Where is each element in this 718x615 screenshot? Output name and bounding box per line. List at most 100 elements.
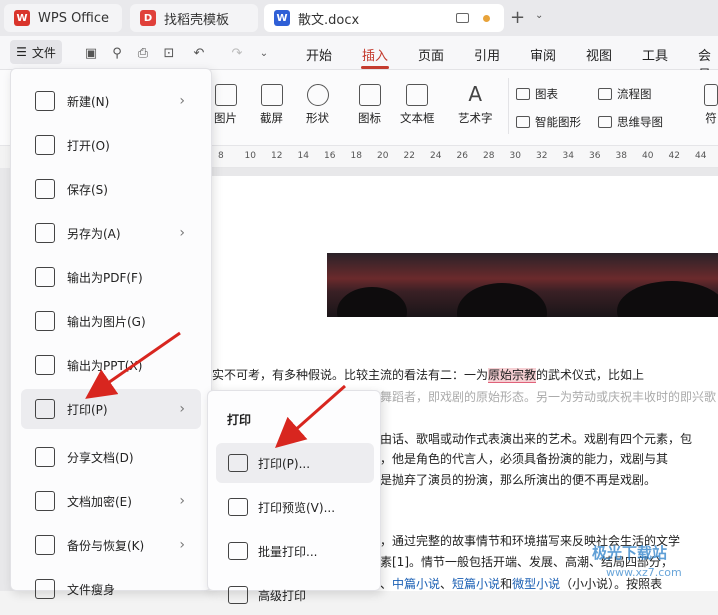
chevron-right-icon: ›: [179, 401, 185, 417]
icons-grid-icon: [358, 84, 381, 106]
tab-docer-templates[interactable]: D 找稻壳模板: [130, 4, 258, 32]
submenu-item-batch-print[interactable]: 批量打印...: [216, 531, 374, 571]
menu-item-export-image[interactable]: 输出为图片(G): [21, 301, 201, 341]
tab-document[interactable]: W 散文.docx: [264, 4, 504, 32]
flowchart-label: 流程图: [617, 87, 652, 101]
printer-icon: [228, 454, 248, 472]
more-chevron-icon[interactable]: ⌄: [255, 44, 273, 62]
tab-tools[interactable]: 工具: [642, 45, 668, 64]
file-menu-panel: 新建(N) › 打开(O) 保存(S) 另存为(A) › 输出为PDF(F) 输…: [10, 68, 212, 599]
ruler-tick-label: 16: [324, 151, 336, 161]
highlighted-term[interactable]: 原始宗教: [488, 368, 537, 383]
icons-button[interactable]: 图标: [358, 84, 381, 126]
picture-button[interactable]: 图片: [214, 84, 237, 126]
menu-item-label: 打开(O): [67, 138, 110, 153]
screen-icon[interactable]: [456, 13, 469, 23]
menu-item-save-as[interactable]: 另存为(A) ›: [21, 213, 201, 253]
shape-button[interactable]: 形状: [306, 84, 329, 126]
slim-icon: [35, 579, 55, 599]
submenu-item-label: 打印预览(V)...: [258, 500, 336, 515]
image-silhouette: [337, 287, 407, 317]
hyperlink[interactable]: 微型小说: [512, 577, 560, 591]
ribbon-separator: [508, 78, 509, 134]
print-preview-icon[interactable]: ⊡: [160, 44, 178, 62]
document-image[interactable]: [327, 253, 718, 317]
menu-item-encrypt[interactable]: 文档加密(E) ›: [21, 481, 201, 521]
shape-label: 形状: [306, 111, 329, 125]
new-tab-plus-icon[interactable]: +: [510, 7, 525, 28]
menu-item-label: 输出为图片(G): [67, 314, 146, 329]
submenu-item-advanced-print[interactable]: 高级打印: [216, 575, 374, 615]
menu-item-share[interactable]: 分享文档(D): [21, 437, 201, 477]
tab-references[interactable]: 引用: [474, 45, 500, 64]
menu-item-open[interactable]: 打开(O): [21, 125, 201, 165]
symbol-button[interactable]: 符: [704, 84, 718, 126]
tab-page[interactable]: 页面: [418, 45, 444, 64]
text-run: 的武术仪式，比如上: [536, 368, 645, 382]
menu-item-label: 打印(P): [67, 402, 108, 417]
mindmap-button[interactable]: 思维导图: [598, 114, 663, 130]
ruler-tick-label: 36: [589, 151, 601, 161]
menu-item-slim[interactable]: 文件瘦身: [21, 569, 201, 609]
chart-icon: [516, 88, 530, 100]
save-icon[interactable]: ▣: [82, 44, 100, 62]
save-as-icon: [35, 223, 55, 243]
ruler-tick-label: 20: [377, 151, 389, 161]
tab-home[interactable]: 开始: [306, 45, 332, 64]
tab-wps-office[interactable]: W WPS Office: [4, 4, 122, 32]
menu-item-print[interactable]: 打印(P) ›: [21, 389, 201, 429]
symbol-icon: [704, 84, 718, 106]
save-icon: [35, 179, 55, 199]
submenu-item-label: 打印(P)...: [258, 456, 311, 471]
chart-button[interactable]: 图表: [516, 86, 558, 102]
menu-item-backup[interactable]: 备份与恢复(K) ›: [21, 525, 201, 565]
redo-icon[interactable]: ↷: [228, 44, 246, 62]
title-tab-bar: W WPS Office D 找稻壳模板 W 散文.docx + ⌄: [0, 0, 718, 36]
ruler-tick-label: 22: [403, 151, 415, 161]
horizontal-ruler[interactable]: 810121416182022242628303234363840424446: [200, 146, 718, 168]
flowchart-button[interactable]: 流程图: [598, 86, 652, 102]
menu-item-label: 文件瘦身: [67, 582, 116, 597]
tab-view[interactable]: 视图: [586, 45, 612, 64]
tab-insert[interactable]: 插入: [362, 45, 388, 64]
screenshot-button[interactable]: 截屏: [260, 84, 283, 126]
picture-icon: [214, 84, 237, 106]
tab-review[interactable]: 审阅: [530, 45, 556, 64]
textbox-icon: [406, 84, 429, 106]
file-menu-button[interactable]: ☰ 文件: [10, 40, 62, 64]
chevron-right-icon: ›: [179, 493, 185, 509]
hyperlink[interactable]: 短篇小说: [452, 577, 500, 591]
chevron-down-icon[interactable]: ⌄: [535, 10, 543, 21]
wordart-icon: A: [468, 82, 483, 106]
submenu-item-print[interactable]: 打印(P)...: [216, 443, 374, 483]
print-icon[interactable]: ⎙: [134, 44, 152, 62]
submenu-item-print-preview[interactable]: 打印预览(V)...: [216, 487, 374, 527]
file-label: 文件: [31, 45, 56, 60]
ruler-tick-label: 32: [536, 151, 548, 161]
wordart-button[interactable]: A 艺术字: [458, 84, 493, 126]
undo-icon[interactable]: ↶: [190, 44, 208, 62]
menu-item-export-pdf[interactable]: 输出为PDF(F): [21, 257, 201, 297]
docer-logo-icon: D: [140, 10, 156, 26]
wps-logo-icon: W: [14, 10, 30, 26]
ppt-export-icon: [35, 355, 55, 375]
print-preview-icon: [228, 498, 248, 516]
menu-item-label: 文档加密(E): [67, 494, 132, 509]
menu-item-export-ppt[interactable]: 输出为PPT(X): [21, 345, 201, 385]
image-export-icon: [35, 311, 55, 331]
submenu-title: 打印: [227, 413, 252, 427]
format-painter-icon[interactable]: ⚲: [108, 44, 126, 62]
menu-item-save[interactable]: 保存(S): [21, 169, 201, 209]
watermark-url: www.xz7.com: [606, 566, 682, 579]
menu-item-label: 保存(S): [67, 182, 108, 197]
menu-item-label: 输出为PDF(F): [67, 270, 143, 285]
menu-item-new[interactable]: 新建(N) ›: [21, 81, 201, 121]
image-silhouette: [617, 281, 718, 317]
textbox-button[interactable]: 文本框: [400, 84, 435, 126]
new-doc-icon: [35, 91, 55, 111]
hyperlink[interactable]: 中篇小说: [392, 577, 440, 591]
tab-label: 散文.docx: [298, 12, 360, 28]
smartart-button[interactable]: 智能图形: [516, 114, 581, 130]
chevron-right-icon: ›: [179, 93, 185, 109]
chevron-right-icon: ›: [179, 537, 185, 553]
